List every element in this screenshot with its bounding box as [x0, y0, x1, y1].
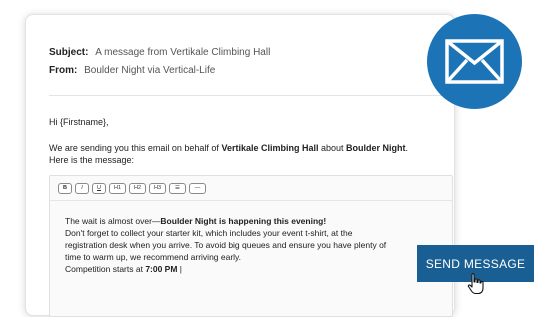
heading2-button[interactable]: H2	[129, 183, 146, 194]
intro-part: .	[405, 143, 409, 153]
list-button[interactable]: ☰	[169, 183, 186, 194]
header-divider	[49, 95, 451, 96]
toolbar-divider	[50, 200, 452, 201]
underline-button[interactable]: U	[92, 183, 106, 194]
formatting-toolbar: B I U H1 H2 H3 ☰ —	[58, 183, 206, 194]
from-value: Boulder Night via Vertical-Life	[84, 65, 216, 76]
envelope-icon	[445, 39, 504, 84]
message-editor[interactable]: B I U H1 H2 H3 ☰ — The wait is almost ov…	[49, 175, 453, 317]
body-line-4: time to warm up, we recommend arriving e…	[65, 252, 242, 262]
italic-button[interactable]: I	[75, 183, 89, 194]
hand-cursor-icon	[467, 273, 484, 295]
body-line-2: Don't forget to collect your starter kit…	[65, 228, 353, 238]
heading1-button[interactable]: H1	[109, 183, 126, 194]
intro-event-name: Boulder Night	[346, 143, 406, 153]
from-label: From:	[49, 65, 78, 76]
message-body[interactable]: The wait is almost over—Boulder Night is…	[65, 215, 440, 275]
intro-part: We are sending you this email on behalf …	[49, 143, 222, 153]
divider-button[interactable]: —	[189, 183, 206, 194]
heading3-button[interactable]: H3	[149, 183, 166, 194]
body-line-1b: Boulder Night is happening this evening!	[160, 216, 327, 226]
intro-line-2: Here is the message:	[49, 155, 135, 165]
subject-label: Subject:	[49, 47, 89, 58]
body-start-time: 7:00 PM	[145, 264, 178, 274]
email-header: Subject: A message from Vertikale Climbi…	[49, 44, 270, 80]
mail-badge	[427, 14, 522, 109]
text-caret: |	[177, 264, 183, 274]
subject-value: A message from Vertikale Climbing Hall	[95, 47, 271, 58]
body-line-1a: The wait is almost over—	[65, 216, 161, 226]
intro-text: We are sending you this email on behalf …	[49, 142, 449, 166]
email-card: Subject: A message from Vertikale Climbi…	[25, 14, 455, 317]
body-line-5a: Competition starts at	[65, 264, 146, 274]
intro-gym-name: Vertikale Climbing Hall	[221, 143, 319, 153]
from-row: From: Boulder Night via Vertical-Life	[49, 62, 270, 80]
subject-row: Subject: A message from Vertikale Climbi…	[49, 44, 270, 62]
body-line-3: registration desk when you arrive. To av…	[65, 240, 387, 250]
intro-part: about	[318, 143, 346, 153]
greeting: Hi {Firstname},	[49, 117, 109, 127]
bold-button[interactable]: B	[58, 183, 72, 194]
